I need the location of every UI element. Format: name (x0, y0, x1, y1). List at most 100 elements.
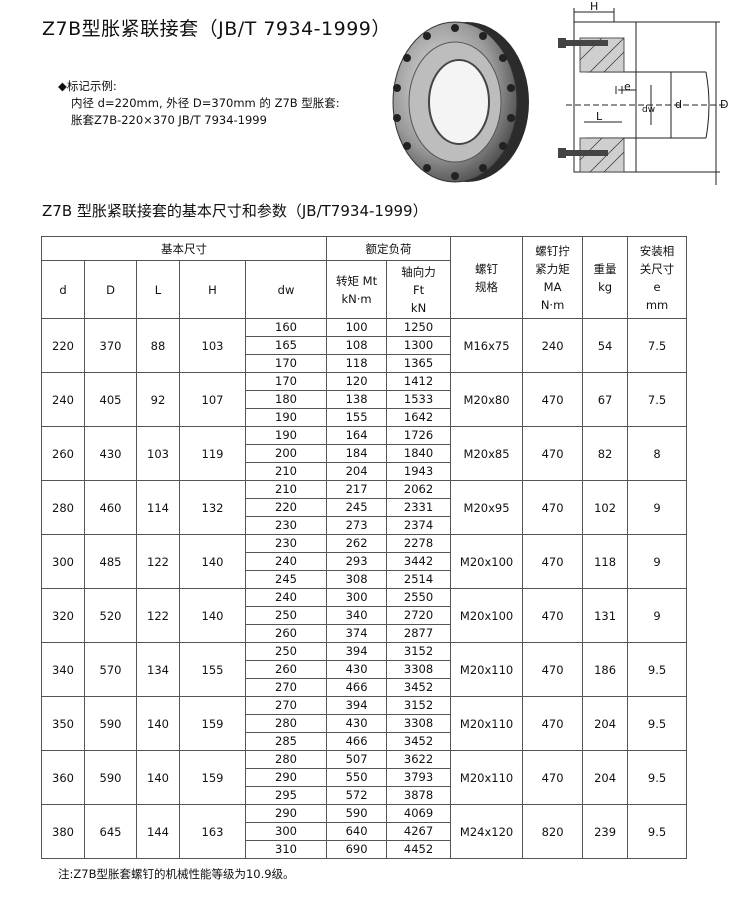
cell-dw: 270 (244, 696, 328, 715)
cell-torque: 470 (522, 534, 584, 589)
cell-mt: 184 (326, 444, 388, 463)
cell-torque: 470 (522, 372, 584, 427)
cell-mt: 550 (326, 768, 388, 787)
cell-D: 370 (84, 318, 137, 373)
cell-ft: 1365 (386, 354, 452, 373)
cell-weight: 186 (582, 642, 629, 697)
header-bolt-spec: 螺钉 规格 (450, 236, 524, 319)
cell-bolt: M20x100 (450, 588, 524, 643)
cell-ft: 2331 (386, 498, 452, 517)
cell-ft: 2550 (386, 588, 452, 607)
cell-dw: 210 (244, 480, 328, 499)
cell-D: 590 (84, 696, 137, 751)
header-rated-load: 额定负荷 (326, 236, 452, 261)
cell-ft: 3152 (386, 642, 452, 661)
cell-H: 103 (179, 318, 246, 373)
cell-L: 122 (136, 588, 180, 643)
cell-ft: 1642 (386, 408, 452, 427)
cell-ft: 4069 (386, 804, 452, 823)
spec-table-body: 220 370 88 103 160 100 1250 M16x75 240 54 7.5 165 10… (41, 318, 688, 859)
cell-H: 140 (179, 534, 246, 589)
cell-e: 9.5 (627, 696, 688, 751)
cell-mt: 466 (326, 678, 388, 697)
cell-dw: 285 (244, 732, 328, 751)
cell-d: 220 (41, 318, 85, 373)
cell-torque: 240 (522, 318, 584, 373)
table-row: 350 590 140 159 270 394 3152 M20x110 470 204 9.5 (41, 696, 688, 751)
table-row: 360 590 140 159 280 507 3622 M20x110 470 204 9.5 (41, 750, 688, 805)
cell-torque: 470 (522, 588, 584, 643)
cell-dw: 240 (244, 552, 328, 571)
cell-bolt: M20x110 (450, 642, 524, 697)
cell-weight: 54 (582, 318, 629, 373)
cell-dw: 165 (244, 336, 328, 355)
cell-D: 520 (84, 588, 137, 643)
label-dw: dw (642, 105, 655, 115)
cell-dw: 245 (244, 570, 328, 589)
marking-example: ◆标记示例: 内径 d=220mm, 外径 D=370mm 的 Z7B 型胀套:… (58, 78, 340, 129)
cell-ft: 1943 (386, 462, 452, 481)
cell-L: 140 (136, 696, 180, 751)
cell-ft: 3452 (386, 732, 452, 751)
cell-bolt: M20x100 (450, 534, 524, 589)
header-bolt-torque: 螺钉拧 紧力矩 MA N·m (522, 236, 584, 319)
cell-d: 240 (41, 372, 85, 427)
table-row: 260 430 103 119 190 164 1726 M20x85 470 82 8 (41, 426, 688, 481)
header-install-e: 安装相 关尺寸 e mm (627, 236, 688, 319)
cell-weight: 118 (582, 534, 629, 589)
cell-e: 7.5 (627, 318, 688, 373)
cell-mt: 430 (326, 660, 388, 679)
cell-mt: 430 (326, 714, 388, 733)
cell-mt: 273 (326, 516, 388, 535)
cell-dw: 250 (244, 642, 328, 661)
cell-ft: 1840 (386, 444, 452, 463)
header-d: d (41, 260, 85, 319)
cell-weight: 239 (582, 804, 629, 859)
cell-e: 7.5 (627, 372, 688, 427)
cell-dw: 280 (244, 714, 328, 733)
cell-dw: 240 (244, 588, 328, 607)
cell-L: 88 (136, 318, 180, 373)
cell-e: 9.5 (627, 804, 688, 859)
cell-dw: 170 (244, 354, 328, 373)
cell-mt: 138 (326, 390, 388, 409)
cell-dw: 230 (244, 534, 328, 553)
cell-weight: 204 (582, 750, 629, 805)
cell-D: 430 (84, 426, 137, 481)
cell-dw: 290 (244, 768, 328, 787)
cell-ft: 2278 (386, 534, 452, 553)
cell-mt: 245 (326, 498, 388, 517)
cell-weight: 204 (582, 696, 629, 751)
cell-d: 350 (41, 696, 85, 751)
cell-dw: 260 (244, 660, 328, 679)
cell-dw: 180 (244, 390, 328, 409)
cell-H: 159 (179, 696, 246, 751)
table-row: 220 370 88 103 160 100 1250 M16x75 240 54 7.5 (41, 318, 688, 373)
cell-dw: 270 (244, 678, 328, 697)
cell-mt: 164 (326, 426, 388, 445)
cell-dw: 170 (244, 372, 328, 391)
cell-mt: 466 (326, 732, 388, 751)
cell-D: 570 (84, 642, 137, 697)
cell-D: 405 (84, 372, 137, 427)
label-D: D (720, 98, 728, 111)
cell-ft: 3308 (386, 660, 452, 679)
cell-mt: 340 (326, 606, 388, 625)
header-axial-ft: 轴向力 Ft kN (386, 260, 452, 319)
cell-ft: 3452 (386, 678, 452, 697)
header-basic-dims: 基本尺寸 (40, 236, 328, 261)
example-line: 胀套Z7B-220×370 JB/T 7934-1999 (71, 113, 267, 127)
cell-d: 380 (41, 804, 85, 859)
cell-d: 300 (41, 534, 85, 589)
cell-ft: 3878 (386, 786, 452, 805)
table-row: 380 645 144 163 290 590 4069 M24x120 820 239 9.5 (41, 804, 688, 859)
section-drawing: H e dw L d D (558, 0, 728, 185)
cell-dw: 190 (244, 408, 328, 427)
cell-e: 9 (627, 534, 688, 589)
cell-L: 144 (136, 804, 180, 859)
cell-bolt: M20x110 (450, 696, 524, 751)
cell-dw: 260 (244, 624, 328, 643)
cell-ft: 1726 (386, 426, 452, 445)
cell-ft: 3308 (386, 714, 452, 733)
cell-H: 140 (179, 588, 246, 643)
